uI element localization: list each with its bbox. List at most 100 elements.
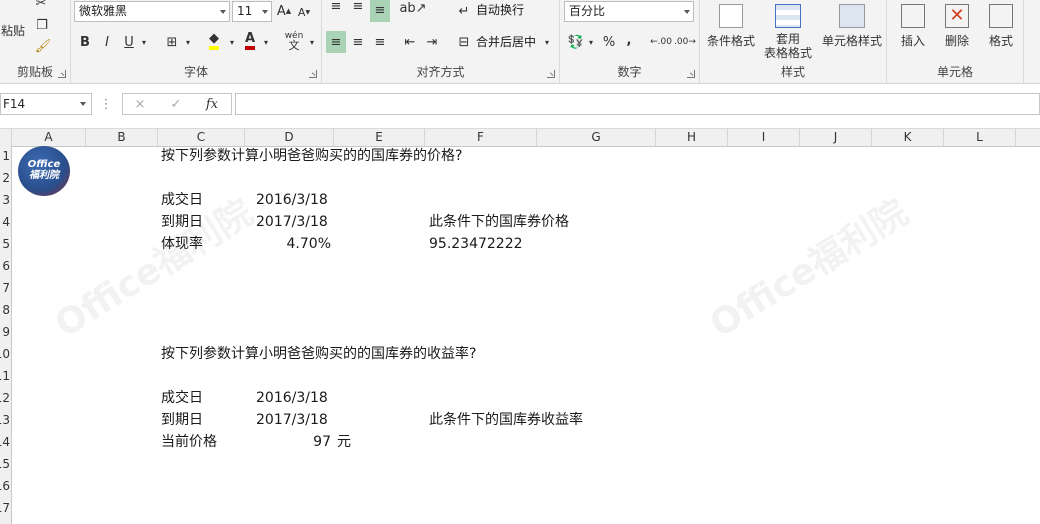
phonetic-icon[interactable]: wén 文 (283, 30, 305, 52)
discount-value[interactable]: 4.70% (245, 234, 331, 254)
trade-date-value-2[interactable]: 2016/3/18 (256, 388, 328, 408)
italic-button[interactable]: I (99, 33, 115, 51)
align-top-icon[interactable]: ≡ (326, 0, 346, 14)
cut-icon[interactable]: ✂ (32, 0, 50, 11)
trade-date-value-1[interactable]: 2016/3/18 (256, 190, 328, 210)
align-bottom-icon[interactable]: ≡ (370, 0, 390, 22)
current-price-unit[interactable]: 元 (337, 432, 351, 452)
increase-decimal-icon[interactable]: ← .00 (650, 32, 672, 52)
merge-dropdown-icon[interactable]: ▾ (542, 33, 552, 51)
maturity-label-2[interactable]: 到期日 (161, 410, 203, 430)
maturity-label-1[interactable]: 到期日 (161, 212, 203, 232)
font-color-icon[interactable]: A (241, 31, 259, 51)
merge-center-icon[interactable]: ⊟ (454, 33, 474, 51)
format-painter-icon[interactable]: 🖌 (34, 38, 52, 54)
row-header[interactable]: 14 (0, 432, 10, 452)
column-header[interactable]: B (86, 129, 158, 146)
column-header[interactable]: C (158, 129, 245, 146)
bold-button[interactable]: B (77, 33, 93, 51)
font-launcher-icon[interactable] (309, 70, 317, 78)
select-all-corner[interactable] (0, 129, 12, 146)
price-result-label[interactable]: 此条件下的国库券价格 (429, 212, 569, 232)
column-header[interactable]: F (425, 129, 537, 146)
grow-font-icon[interactable]: A ▲ (276, 2, 292, 20)
trade-date-label-1[interactable]: 成交日 (161, 190, 203, 210)
column-header[interactable]: K (872, 129, 944, 146)
font-color-dropdown-icon[interactable]: ▾ (261, 33, 271, 51)
insert-function-icon[interactable]: fx (203, 95, 221, 113)
row-header[interactable]: 7 (0, 278, 10, 298)
merge-center-button[interactable]: 合并后居中 (476, 32, 536, 52)
row-header[interactable]: 6 (0, 256, 10, 276)
comma-style-button[interactable]: , (622, 30, 636, 50)
format-button[interactable]: 格式 (979, 0, 1023, 62)
row-header[interactable]: 3 (0, 190, 10, 210)
underline-button[interactable]: U (121, 33, 137, 51)
maturity-value-2[interactable]: 2017/3/18 (256, 410, 328, 430)
maturity-value-1[interactable]: 2017/3/18 (256, 212, 328, 232)
accounting-dropdown-icon[interactable]: ▾ (586, 33, 596, 51)
row-header[interactable]: 2 (0, 168, 10, 188)
align-middle-icon[interactable]: ≡ (348, 0, 368, 14)
font-name-select[interactable]: 微软雅黑 (74, 1, 230, 22)
border-dropdown-icon[interactable]: ▾ (183, 33, 193, 51)
format-as-table-button[interactable]: 套用 表格格式 (758, 0, 818, 62)
decrease-decimal-icon[interactable]: .00 → (674, 32, 696, 52)
increase-indent-icon[interactable]: ⇥ (422, 31, 442, 53)
fill-dropdown-icon[interactable]: ▾ (227, 33, 237, 51)
current-price-label[interactable]: 当前价格 (161, 432, 217, 452)
column-header[interactable]: H (656, 129, 728, 146)
phonetic-dropdown-icon[interactable]: ▾ (307, 33, 317, 51)
current-price-value[interactable]: 97 (245, 432, 331, 452)
conditional-format-button[interactable]: 条件格式 (702, 0, 760, 62)
number-format-select[interactable]: 百分比 (564, 1, 694, 22)
row-header[interactable]: 15 (0, 454, 10, 474)
fill-color-icon[interactable]: ◆ (205, 31, 223, 51)
row-header[interactable]: 4 (0, 212, 10, 232)
copy-icon[interactable]: ❐ (32, 16, 52, 34)
name-box[interactable]: F14 (0, 93, 92, 115)
wrap-text-icon[interactable]: ↵ (454, 2, 474, 20)
underline-dropdown-icon[interactable]: ▾ (139, 33, 149, 51)
row-header[interactable]: 17 (0, 498, 10, 518)
cancel-icon[interactable]: × (131, 95, 149, 113)
column-header[interactable]: I (728, 129, 800, 146)
font-size-select[interactable]: 11 (232, 1, 272, 22)
column-header[interactable]: J (800, 129, 872, 146)
column-header[interactable]: E (334, 129, 425, 146)
align-center-icon[interactable]: ≡ (348, 31, 368, 53)
discount-label[interactable]: 体现率 (161, 234, 203, 254)
paste-button[interactable]: 粘贴 (0, 20, 26, 40)
border-icon[interactable]: ⊞ (163, 33, 181, 51)
enter-icon[interactable]: ✓ (167, 95, 185, 113)
formula-input[interactable] (235, 93, 1040, 115)
question-2-title[interactable]: 按下列参数计算小明爸爸购买的的国库券的收益率? (161, 344, 476, 364)
delete-button[interactable]: ✕ 删除 (935, 0, 979, 62)
column-header[interactable]: D (245, 129, 334, 146)
shrink-font-icon[interactable]: A ▼ (296, 4, 312, 20)
row-header[interactable]: 11 (0, 366, 10, 386)
trade-date-label-2[interactable]: 成交日 (161, 388, 203, 408)
insert-button[interactable]: 插入 (891, 0, 935, 62)
question-1-title[interactable]: 按下列参数计算小明爸爸购买的的国库券的价格? (161, 146, 462, 166)
number-launcher-icon[interactable] (687, 70, 695, 78)
decrease-indent-icon[interactable]: ⇤ (400, 31, 420, 53)
cell-styles-button[interactable]: 单元格样式 (818, 0, 886, 62)
row-header[interactable]: 1 (0, 146, 10, 166)
alignment-launcher-icon[interactable] (547, 70, 555, 78)
clipboard-launcher-icon[interactable] (58, 70, 66, 78)
column-header[interactable]: L (944, 129, 1016, 146)
row-header[interactable]: 16 (0, 476, 10, 496)
wrap-text-button[interactable]: 自动换行 (476, 0, 524, 20)
orientation-icon[interactable]: ab↗ (399, 0, 426, 18)
column-header[interactable]: G (537, 129, 656, 146)
row-header[interactable]: 8 (0, 300, 10, 320)
row-header[interactable]: 13 (0, 410, 10, 430)
row-header[interactable]: 10 (0, 344, 10, 364)
column-header[interactable]: A (12, 129, 86, 146)
percent-style-button[interactable]: % (600, 32, 618, 52)
yield-result-label[interactable]: 此条件下的国库券收益率 (429, 410, 583, 430)
more-options-icon[interactable]: ⋮ (100, 96, 113, 112)
row-header[interactable]: 5 (0, 234, 10, 254)
align-right-icon[interactable]: ≡ (370, 31, 390, 53)
